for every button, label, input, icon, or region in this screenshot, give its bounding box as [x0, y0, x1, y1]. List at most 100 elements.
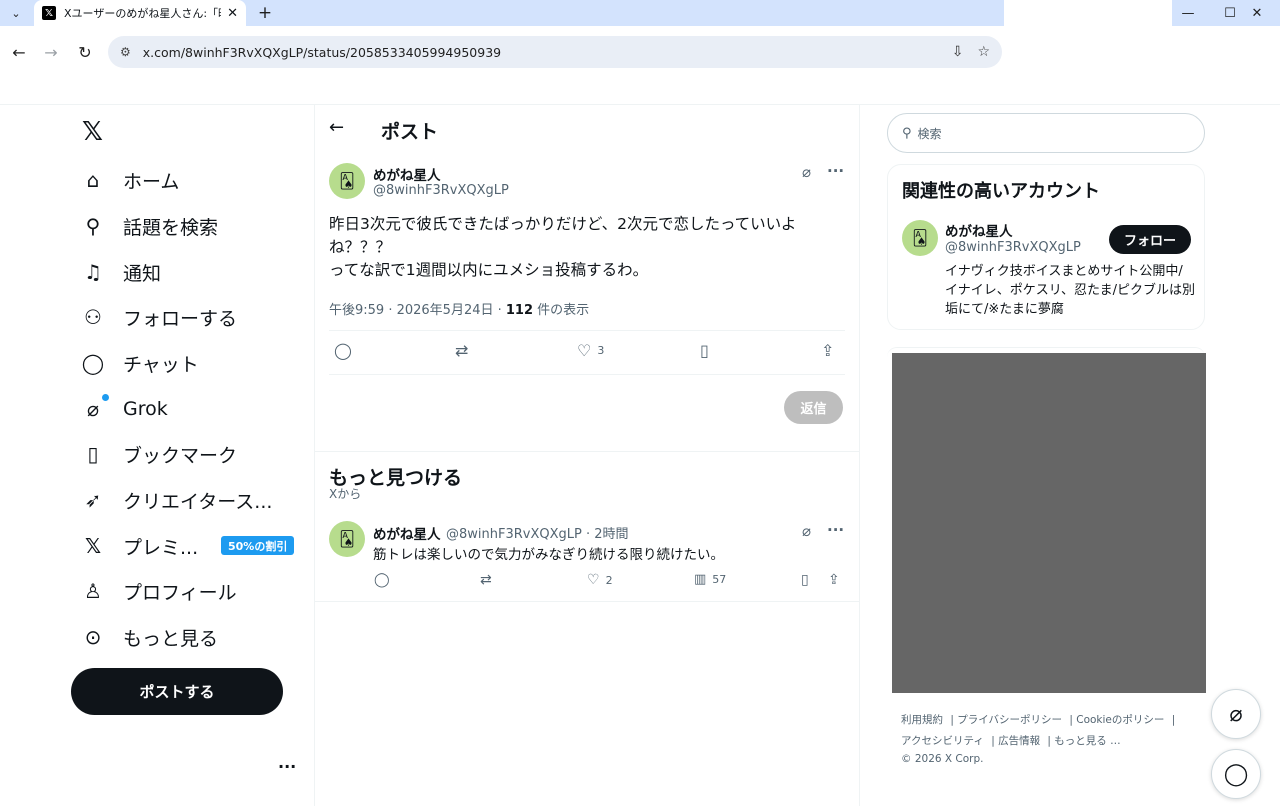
reload-icon[interactable]: ↻: [72, 39, 98, 65]
related-account-name[interactable]: めがね星人: [945, 220, 1013, 240]
url-text[interactable]: x.com/8winhF3RvXQXgLP/status/20585334059…: [143, 45, 938, 60]
nav-grok[interactable]: ⌀ Grok: [80, 393, 168, 425]
forward-arrow-icon[interactable]: →: [38, 39, 64, 65]
avatar[interactable]: 🂡: [329, 521, 365, 557]
related-account-handle[interactable]: @8winhF3RvXQXgLP: [945, 240, 1081, 255]
back-arrow-icon[interactable]: ←: [6, 39, 32, 65]
account-menu-dots-icon[interactable]: ···: [278, 757, 296, 776]
more-options-icon[interactable]: ···: [827, 521, 844, 539]
views-action[interactable]: ▥ 57: [694, 572, 726, 587]
address-bar[interactable]: ⚙ x.com/8winhF3RvXQXgLP/status/205853340…: [108, 36, 1002, 68]
bookmark-icon: ▯: [87, 442, 99, 466]
bookmark-action[interactable]: ▯: [801, 572, 809, 588]
minimize-button[interactable]: —: [1165, 0, 1211, 26]
tweet-meta: 午後9:59 · 2026年5月24日 · 112 件の表示: [329, 299, 589, 318]
divider: [329, 374, 845, 375]
nav-bookmarks[interactable]: ▯ ブックマーク: [80, 438, 237, 470]
nav-follow[interactable]: ⚇ フォローする: [80, 301, 237, 333]
footer-cookie-link[interactable]: Cookieのポリシー: [1076, 714, 1164, 726]
nav-home-label: ホーム: [123, 170, 180, 193]
premium-discount-badge[interactable]: 50%の割引: [221, 536, 295, 555]
share-action[interactable]: ⇪: [828, 572, 840, 588]
browser-tab-bar: ⌄ 𝕏 Xユーザーのめがね星人さん:「昨日3 ✕ + — ☐ ✕: [0, 0, 1280, 26]
footer-privacy-link[interactable]: プライバシーポリシー: [957, 714, 1062, 726]
rocket-icon: ➶: [84, 488, 102, 512]
view-count: 112: [505, 303, 534, 318]
post-text: 筋トレは楽しいので気力がみなぎり続ける限り続けたい。: [373, 547, 724, 563]
share-action[interactable]: ⇪: [821, 341, 834, 360]
nav-notifications[interactable]: ♫ 通知: [80, 256, 161, 288]
tab-close-icon[interactable]: ✕: [227, 6, 238, 21]
chat-bubble-icon: ◯: [81, 351, 105, 375]
chat-fab-button[interactable]: ◯: [1211, 749, 1261, 799]
chat-bubble-icon: ◯: [1223, 761, 1249, 787]
follow-button[interactable]: フォロー: [1109, 225, 1191, 254]
views-count: 57: [712, 573, 727, 586]
view-suffix: 件の表示: [533, 303, 590, 318]
footer-accessibility-link[interactable]: アクセシビリティ: [901, 735, 984, 747]
footer-ads-link[interactable]: 広告情報: [998, 735, 1040, 747]
like-action[interactable]: ♡ 3: [577, 341, 604, 360]
tweet-author-name[interactable]: めがね星人: [373, 164, 441, 184]
more-options-icon[interactable]: ···: [827, 162, 844, 180]
close-window-button[interactable]: ✕: [1234, 0, 1280, 26]
back-arrow-icon[interactable]: ←: [329, 117, 344, 138]
post-author-name[interactable]: めがね星人: [373, 523, 441, 543]
nav-premium[interactable]: 𝕏 プレミ...: [80, 530, 198, 562]
bookmark-icon: ▯: [801, 572, 809, 588]
nav-creators[interactable]: ➶ クリエイタース...: [80, 484, 273, 516]
tweet-text: 昨日3次元で彼氏できたばっかりだけど、2次元で恋したっていいよ ね？？？ ってな…: [329, 215, 797, 279]
nav-home[interactable]: ⌂ ホーム: [80, 164, 180, 196]
grok-icon[interactable]: ⌀: [802, 522, 811, 540]
like-action[interactable]: ♡ 2: [587, 572, 613, 588]
search-placeholder: 検索: [917, 126, 942, 141]
section-divider: [315, 601, 859, 602]
post-button[interactable]: ポストする: [71, 668, 283, 715]
page-title: ポスト: [381, 121, 439, 143]
retweet-action[interactable]: ⇄: [480, 572, 492, 588]
related-accounts-card: 関連性の高いアカウント 🂡 めがね星人 @8winhF3RvXQXgLP フォロ…: [887, 164, 1205, 330]
reply-action[interactable]: ◯: [334, 341, 352, 360]
heart-icon: ♡: [587, 572, 600, 588]
x-logo-icon[interactable]: 𝕏: [82, 117, 103, 147]
left-navigation: 𝕏 ⌂ ホーム ⚲ 話題を検索 ♫ 通知 ⚇ フォローする ◯ チャット ⌀ G…: [0, 105, 314, 806]
grok-fab-button[interactable]: ⌀: [1211, 689, 1261, 739]
bookmark-star-icon[interactable]: ☆: [977, 44, 990, 60]
tab-search-dropdown[interactable]: ⌄: [4, 2, 28, 24]
reply-action[interactable]: ◯: [374, 572, 390, 588]
reply-button[interactable]: 返信: [784, 391, 843, 424]
footer-more-link[interactable]: もっと見る …: [1054, 735, 1120, 747]
avatar[interactable]: 🂡: [902, 220, 938, 256]
ad-placeholder[interactable]: [892, 353, 1206, 693]
like-count: 3: [597, 344, 605, 357]
related-accounts-title: 関連性の高いアカウント: [902, 181, 1100, 202]
nav-premium-label: プレミ...: [123, 536, 199, 559]
nav-follow-label: フォローする: [123, 307, 238, 330]
bar-chart-icon: ▥: [694, 572, 707, 587]
footer-terms-link[interactable]: 利用規約: [901, 714, 943, 726]
tabbar-blank-area: [1004, 0, 1172, 26]
grok-icon[interactable]: ⌀: [802, 163, 811, 181]
discover-subtitle: Xから: [329, 487, 362, 501]
tweet-author-handle[interactable]: @8winhF3RvXQXgLP: [373, 183, 509, 198]
nav-profile-label: プロフィール: [123, 581, 237, 604]
nav-explore[interactable]: ⚲ 話題を検索: [80, 210, 218, 242]
install-app-icon[interactable]: ⇩: [952, 44, 964, 60]
bookmark-icon: ▯: [700, 341, 709, 360]
post-handle-time[interactable]: @8winhF3RvXQXgLP · 2時間: [446, 523, 629, 542]
browser-tab-active[interactable]: 𝕏 Xユーザーのめがね星人さん:「昨日3 ✕: [34, 0, 246, 26]
nav-more[interactable]: ⊙ もっと見る: [80, 621, 218, 653]
search-input[interactable]: ⚲ 検索: [887, 113, 1205, 153]
bookmark-action[interactable]: ▯: [700, 341, 709, 360]
avatar[interactable]: 🂡: [329, 163, 365, 199]
heart-icon: ♡: [577, 341, 592, 360]
nav-profile[interactable]: ♙ プロフィール: [80, 575, 237, 607]
site-info-icon[interactable]: ⚙: [120, 45, 131, 59]
nav-creators-label: クリエイタース...: [123, 490, 273, 513]
new-tab-button[interactable]: +: [254, 2, 276, 24]
retweet-action[interactable]: ⇄: [455, 341, 468, 360]
nav-chat[interactable]: ◯ チャット: [80, 347, 199, 379]
nav-grok-label: Grok: [123, 398, 168, 420]
add-user-icon: ⚇: [84, 305, 102, 329]
home-icon: ⌂: [86, 168, 100, 192]
